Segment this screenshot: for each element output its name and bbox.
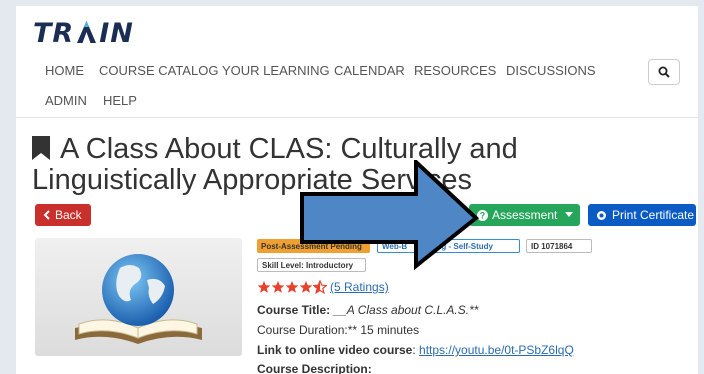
logo-a-icon bbox=[76, 20, 97, 44]
back-button-label: Back bbox=[55, 208, 82, 222]
logo-text-right: IN bbox=[99, 18, 134, 49]
caret-down-icon bbox=[565, 212, 574, 217]
back-button[interactable]: Back bbox=[35, 204, 91, 226]
course-duration-row: Course Duration:** 15 minutes bbox=[257, 323, 420, 337]
chevron-left-icon bbox=[43, 210, 50, 220]
course-title-value: __A Class about C.L.A.S.** bbox=[330, 303, 479, 317]
video-link-row: Link to online video course: https://you… bbox=[257, 343, 574, 357]
assessment-button-label: Assessment bbox=[492, 208, 558, 222]
ratings-count-link[interactable]: (5 Ratings) bbox=[330, 280, 389, 294]
bookmark-icon[interactable] bbox=[32, 136, 50, 160]
course-description-label: Course Description: bbox=[257, 362, 372, 374]
certificate-icon bbox=[597, 210, 606, 220]
video-link-label: Link to online video course bbox=[257, 343, 413, 357]
video-course-link[interactable]: https://youtu.be/0t-PSbZ6lqQ bbox=[419, 343, 574, 357]
course-title-row: Course Title: __A Class about C.L.A.S.** bbox=[257, 303, 478, 317]
nav-resources[interactable]: RESOURCES bbox=[414, 63, 496, 78]
course-description-row: Course Description: bbox=[257, 362, 372, 374]
course-title-label: Course Title: bbox=[257, 303, 331, 317]
globe-book-icon bbox=[75, 254, 202, 344]
search-icon bbox=[658, 66, 670, 78]
nav-your-learning[interactable]: YOUR LEARNING bbox=[222, 63, 330, 78]
assessment-dropdown-button[interactable]: ? Assessment bbox=[469, 204, 580, 226]
nav-help[interactable]: HELP bbox=[103, 93, 137, 108]
print-certificate-button[interactable]: Print Certificate bbox=[588, 204, 696, 226]
nav-discussions[interactable]: DISCUSSIONS bbox=[506, 63, 596, 78]
nav-divider bbox=[16, 117, 698, 118]
star-full-icon bbox=[271, 281, 285, 293]
course-id-badge: ID 1071864 bbox=[526, 239, 592, 253]
search-button[interactable] bbox=[648, 59, 680, 85]
course-thumbnail bbox=[35, 238, 242, 356]
arrow-overlay-icon bbox=[300, 160, 480, 270]
nav-course-catalog[interactable]: COURSE CATALOG bbox=[99, 63, 218, 78]
logo-text-left: TR bbox=[33, 18, 75, 49]
nav-home[interactable]: HOME bbox=[45, 63, 84, 78]
train-logo[interactable]: TR IN bbox=[33, 18, 134, 49]
nav-admin[interactable]: ADMIN bbox=[45, 93, 87, 108]
nav-calendar[interactable]: CALENDAR bbox=[334, 63, 405, 78]
star-full-icon bbox=[257, 281, 271, 293]
star-half-icon bbox=[313, 280, 327, 294]
star-full-icon bbox=[299, 281, 313, 293]
rating-stars: (5 Ratings) bbox=[257, 279, 389, 295]
star-full-icon bbox=[285, 281, 299, 293]
svg-text:?: ? bbox=[480, 210, 486, 220]
print-certificate-label: Print Certificate bbox=[612, 208, 695, 222]
